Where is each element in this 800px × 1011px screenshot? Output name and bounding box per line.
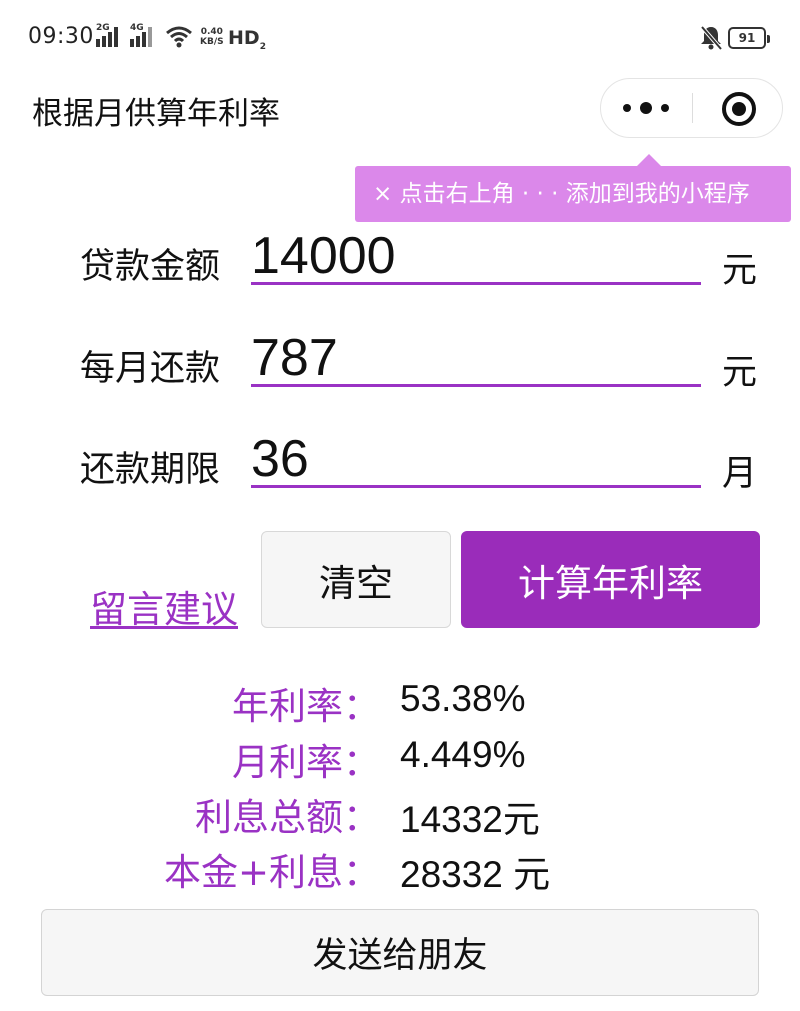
wifi-icon <box>166 26 192 48</box>
battery-icon: 91 <box>728 27 770 49</box>
term-label: 还款期限 <box>80 450 221 490</box>
total-interest-label: 利息总额： <box>195 796 380 839</box>
term-input[interactable]: 36 <box>251 433 701 488</box>
add-to-miniprogram-tip[interactable]: × 点击右上角 · · · 添加到我的小程序 <box>355 154 791 222</box>
principal-plus-interest-value: 28332 元 <box>400 854 551 895</box>
speed-unit: KB/S <box>200 37 224 47</box>
term-unit: 月 <box>722 454 758 494</box>
annual-rate-label: 年利率： <box>232 685 380 728</box>
speed-value: 0.40 <box>200 27 223 37</box>
loan-amount-unit: 元 <box>722 251 758 291</box>
calculate-rate-button[interactable]: 计算年利率 <box>461 531 760 628</box>
annual-rate-value: 53.38% <box>400 678 526 719</box>
page-title: 根据月供算年利率 <box>32 96 280 132</box>
monthly-payment-label: 每月还款 <box>80 349 221 389</box>
monthly-rate-value: 4.449% <box>400 734 526 775</box>
network-speed: 0.40 KB/S <box>200 27 224 47</box>
loan-amount-input[interactable]: 14000 <box>251 230 701 285</box>
monthly-payment-unit: 元 <box>722 353 758 393</box>
loan-amount-label: 贷款金额 <box>80 247 221 287</box>
miniprogram-capsule <box>600 78 783 138</box>
share-to-friend-button[interactable]: 发送给朋友 <box>41 909 759 996</box>
feedback-link[interactable]: 留言建议 <box>90 579 238 633</box>
hd-label: HD <box>228 27 260 49</box>
more-icon[interactable] <box>623 79 669 137</box>
bell-mute-icon <box>700 25 723 51</box>
close-target-icon[interactable] <box>722 92 756 126</box>
total-interest-value: 14332元 <box>400 799 540 840</box>
clear-button[interactable]: 清空 <box>261 531 451 628</box>
hd-sub: 2 <box>259 41 266 52</box>
principal-plus-interest-label: 本金+利息： <box>163 851 380 894</box>
hd-indicator: HD2 <box>228 27 266 52</box>
monthly-rate-label: 月利率： <box>232 741 380 784</box>
monthly-payment-input[interactable]: 787 <box>251 332 701 387</box>
status-bar: 09:30 2G 4G 0.40 KB/S HD2 91 <box>0 0 800 78</box>
capsule-divider <box>692 93 693 123</box>
status-time: 09:30 <box>28 24 94 49</box>
